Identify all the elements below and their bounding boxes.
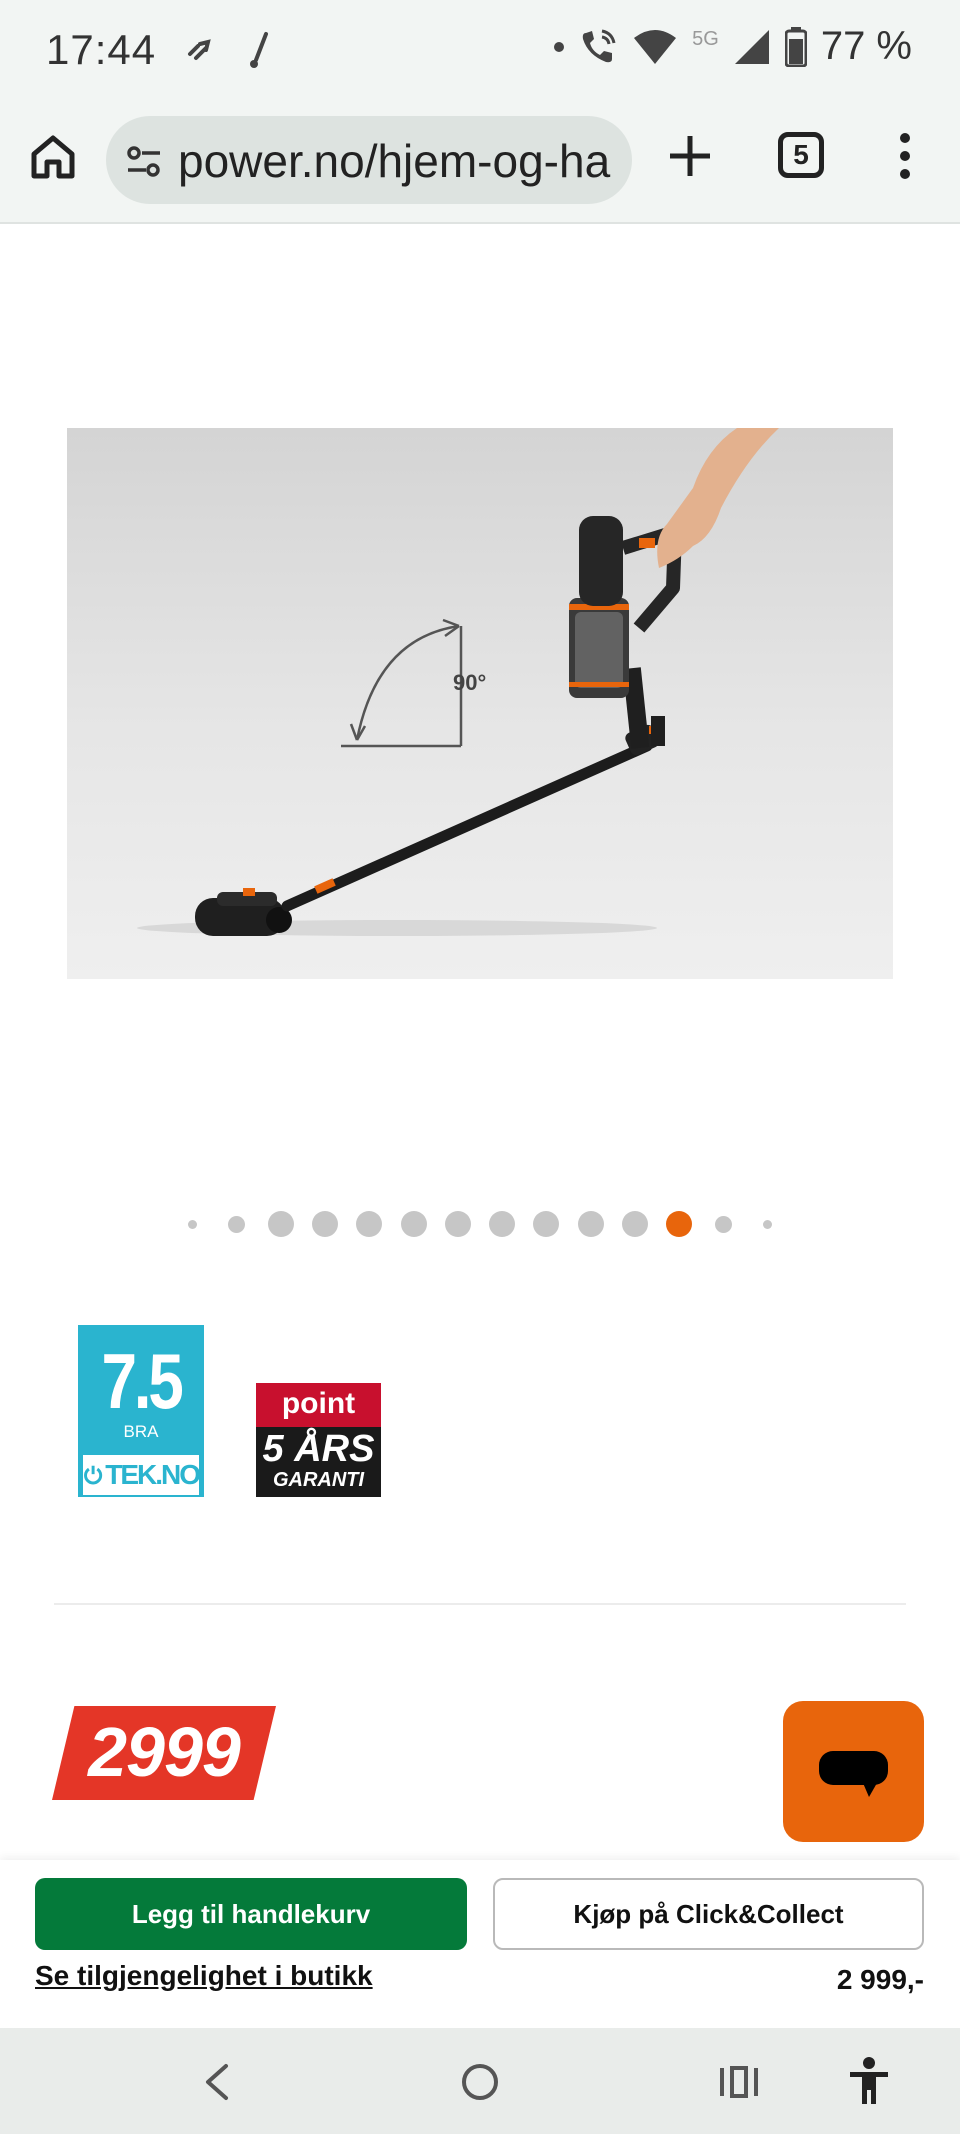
carousel-dot[interactable] [267, 1211, 294, 1237]
carousel-dot[interactable] [763, 1219, 773, 1229]
wifi-icon [634, 29, 677, 64]
angle-label: 90° [453, 670, 486, 695]
tek-score: 7.5 [101, 1337, 183, 1425]
price-tag-value: 2999 [88, 1713, 241, 1791]
signal-icon [734, 29, 769, 64]
point-brand: point [256, 1383, 381, 1427]
chat-button[interactable] [783, 1701, 924, 1842]
carousel-dot[interactable] [227, 1215, 245, 1233]
click-collect-button[interactable]: Kjøp på Click&Collect [493, 1878, 924, 1950]
address-bar[interactable]: power.no/hjem-og-ha [106, 116, 632, 204]
carousel-dot[interactable] [187, 1219, 197, 1229]
carousel-dot-active[interactable] [666, 1211, 693, 1237]
url-text[interactable]: power.no/hjem-og-ha [178, 134, 610, 188]
status-time: 17:44 [46, 26, 157, 73]
power-icon [84, 1465, 103, 1485]
carousel-dot[interactable] [533, 1211, 560, 1237]
warranty-badge[interactable]: point 5 ÅRS GARANTI [256, 1383, 381, 1497]
status-notification-icons [186, 30, 272, 70]
status-bar: 17:44 5G 77 % [0, 0, 960, 100]
more-menu-icon[interactable] [890, 126, 920, 186]
carousel-dot[interactable] [577, 1211, 604, 1237]
dot-indicator-icon [554, 41, 565, 52]
home-icon[interactable] [28, 132, 78, 182]
tek-rating-badge[interactable]: 7.5 BRA TEK.NO [78, 1325, 204, 1497]
status-right-icons: 5G 77 % [554, 24, 912, 69]
warranty-years: 5 ÅRS [262, 1428, 375, 1470]
chat-bubble-icon [819, 1751, 888, 1797]
store-availability-link[interactable]: Se tilgjengelighet i butikk [35, 1960, 373, 1992]
product-image[interactable]: 90° [67, 428, 893, 979]
carousel-dot[interactable] [489, 1211, 516, 1237]
tek-grade: BRA [123, 1422, 159, 1441]
home-nav-icon[interactable] [460, 2062, 500, 2102]
bar-price: 2 999,- [836, 1964, 924, 1995]
vacuum-illustration: 90° [137, 428, 779, 936]
site-settings-icon[interactable] [124, 142, 164, 182]
carousel-dot[interactable] [400, 1211, 427, 1237]
tab-switcher-button[interactable]: 5 [778, 132, 824, 178]
tek-logo: TEK.NO [81, 1453, 201, 1497]
carousel-dot[interactable] [444, 1211, 471, 1237]
battery-percentage: 77 % [820, 24, 912, 68]
add-to-cart-button[interactable]: Legg til handlekurv [35, 1878, 467, 1950]
carousel-dot[interactable] [622, 1211, 648, 1237]
back-icon[interactable] [200, 2062, 234, 2102]
warranty-label: GARANTI [272, 1469, 365, 1491]
carousel-dot[interactable] [715, 1215, 733, 1233]
new-tab-icon[interactable] [664, 130, 716, 182]
browser-toolbar: power.no/hjem-og-ha 5 [0, 100, 960, 224]
price-tag: 2999 [52, 1706, 276, 1800]
link-notification-icon [188, 39, 211, 60]
carousel-dot[interactable] [311, 1211, 338, 1237]
network-type-label: 5G [692, 28, 719, 50]
accessibility-icon[interactable] [846, 2056, 892, 2106]
wifi-calling-icon [582, 29, 616, 62]
system-navigation-bar [0, 2028, 960, 2134]
recents-icon[interactable] [718, 2064, 762, 2100]
page: 17:44 5G 77 % power.no/hjem-og-ha 5 90° … [0, 0, 960, 2134]
battery-icon [784, 26, 807, 67]
brush-notification-icon [250, 32, 268, 68]
carousel-dot[interactable] [356, 1211, 383, 1237]
divider [54, 1603, 906, 1605]
purchase-bar: Legg til handlekurv Kjøp på Click&Collec… [0, 1860, 960, 2028]
tek-brand: TEK.NO [105, 1459, 201, 1490]
image-carousel-dots [0, 1204, 960, 1244]
